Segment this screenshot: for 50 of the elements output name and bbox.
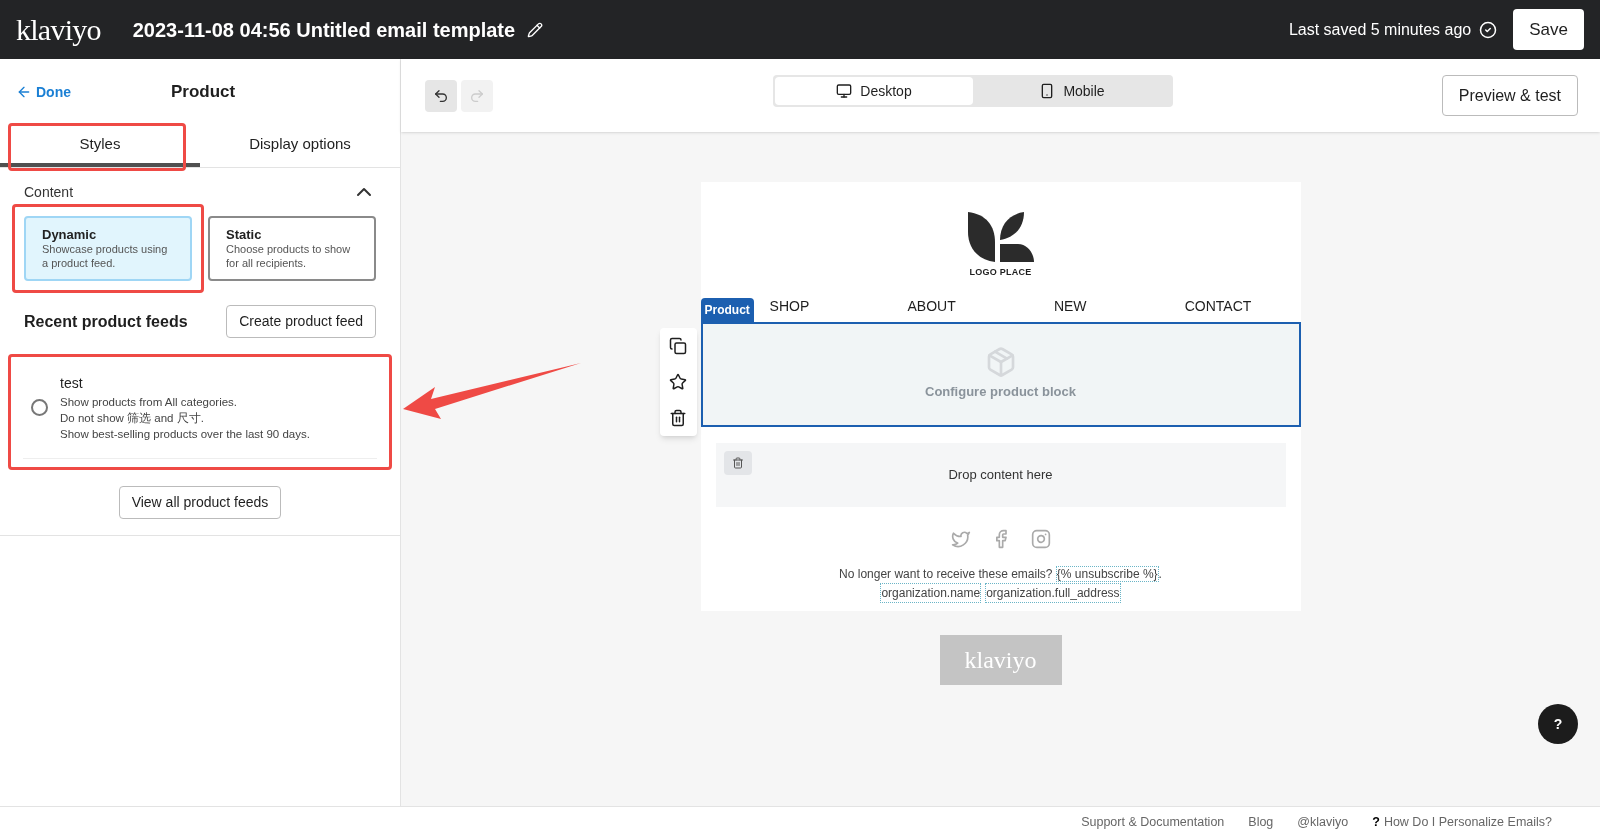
radio-button[interactable]: [31, 399, 48, 416]
feed-description: Show best-selling products over the last 90 days.: [60, 427, 310, 442]
done-link[interactable]: Done: [16, 81, 71, 103]
logo-mark-icon: [967, 212, 1034, 262]
delete-chip[interactable]: [723, 450, 752, 475]
klaviyo-footer-logo: klaviyo: [939, 634, 1062, 685]
footer-link[interactable]: ? How Do I Personalize Emails?: [1372, 813, 1552, 832]
logo-text: LOGO PLACE: [969, 266, 1032, 279]
instagram-icon: [1030, 528, 1051, 549]
star-icon[interactable]: [668, 372, 687, 391]
feed-description: Show products from All categories.: [60, 395, 239, 410]
feed-description: Do not show 筛选 and 尺寸.: [60, 411, 205, 426]
feed-name: test: [60, 374, 84, 393]
feed-option[interactable]: test Show products from All categories. Do not show 筛选 and 尺寸. Show best-selling products over the last 90 days.: [23, 357, 377, 459]
content-option[interactable]: Static Choose products to show for all recipients.: [208, 216, 376, 281]
merge-tag: organization.full_address: [985, 582, 1121, 603]
panel-title: Product: [171, 81, 236, 104]
undo-button[interactable]: [425, 79, 457, 112]
template-title: 2023-11-08 04:56 Untitled email template: [132, 17, 516, 43]
help-button[interactable]: ?: [1538, 704, 1578, 744]
drop-text: Drop content here: [948, 465, 1053, 484]
feeds-heading: Recent product feeds: [24, 311, 188, 332]
save-status: Last saved 5 minutes ago: [1288, 19, 1472, 40]
monitor-icon: [836, 83, 853, 99]
tab[interactable]: Display options: [200, 125, 400, 167]
twitter-icon: [950, 528, 971, 549]
content-option[interactable]: Dynamic Showcase products using a product feed.: [24, 216, 192, 281]
block-tag: Product: [700, 297, 754, 322]
footer-link[interactable]: Support & Documentation: [1081, 813, 1225, 832]
edit-icon[interactable]: [527, 21, 544, 38]
duplicate-icon[interactable]: [668, 336, 687, 355]
check-icon: [1479, 20, 1498, 39]
view-all-feeds-button[interactable]: View all product feeds: [118, 486, 282, 519]
klaviyo-logo: klaviyo: [16, 12, 101, 48]
create-feed-button[interactable]: Create product feed: [226, 305, 376, 338]
section-title: Content: [24, 182, 74, 202]
block-placeholder: Configure product block: [925, 383, 1076, 402]
unsubscribe-line: No longer want to receive these emails? {% unsubscribe %}.: [839, 564, 1162, 583]
device-tab[interactable]: Mobile: [973, 77, 1171, 105]
preview-test-button[interactable]: Preview & test: [1441, 75, 1578, 116]
redo-icon: [469, 87, 485, 104]
delete-icon[interactable]: [668, 408, 687, 427]
merge-tag: organization.name: [880, 582, 982, 603]
footer-link[interactable]: Blog: [1248, 813, 1274, 832]
tab[interactable]: Styles: [0, 125, 200, 167]
footer-link[interactable]: @klaviyo: [1297, 813, 1349, 832]
trash-icon: [731, 456, 744, 469]
device-tab[interactable]: Desktop: [775, 77, 973, 105]
save-button[interactable]: Save: [1513, 8, 1584, 51]
undo-icon: [433, 87, 449, 104]
